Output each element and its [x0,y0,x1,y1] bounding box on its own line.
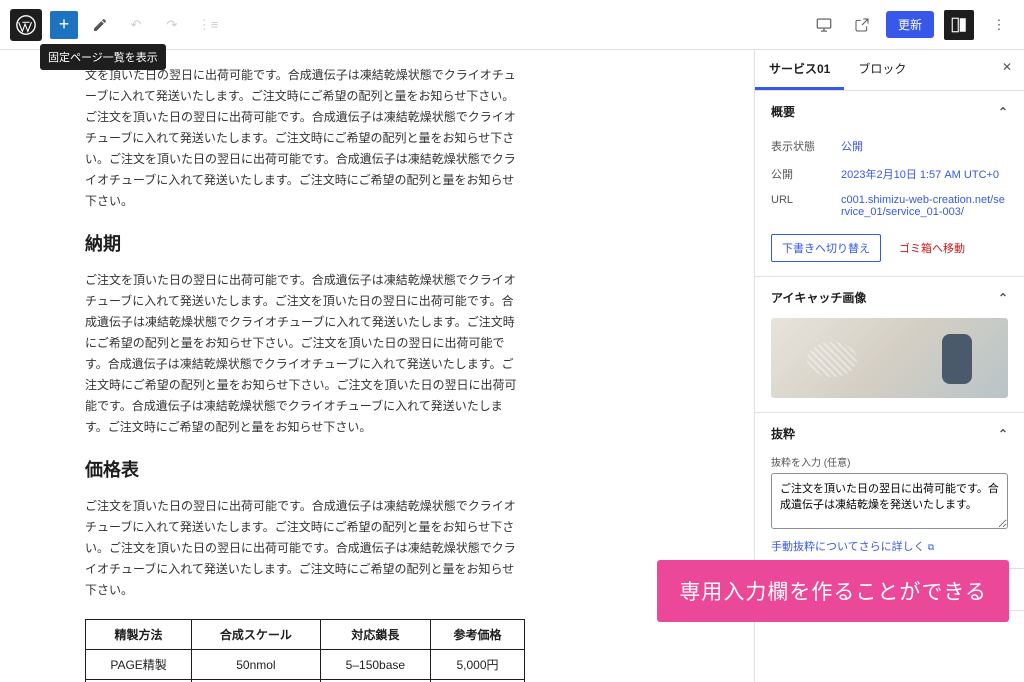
tab-document[interactable]: サービス01 [755,50,844,90]
sidebar-tabs: サービス01 ブロック ✕ [755,50,1024,91]
wp-logo[interactable] [10,9,42,41]
url-value[interactable]: c001.shimizu-web-creation.net/service_01… [841,194,1008,218]
tooltip: 固定ページ一覧を表示 [40,44,166,70]
heading-price[interactable]: 価格表 [85,456,525,482]
featured-image-thumbnail[interactable] [771,318,1008,398]
editor-canvas[interactable]: 文を頂いた日の翌日に出荷可能です。合成遺伝子は凍結乾燥状態でクライオチューブに入… [0,50,754,682]
th[interactable]: 対応鎖長 [320,620,430,650]
th[interactable]: 参考価格 [431,620,525,650]
desktop-preview-icon[interactable] [810,11,838,39]
settings-toggle-button[interactable] [944,10,974,40]
panel-summary-toggle[interactable]: 概要 ⌃ [755,91,1024,132]
preview-icon[interactable] [848,11,876,39]
body-paragraph[interactable]: ご注文を頂いた日の翌日に出荷可能です。合成遺伝子は凍結乾燥状態でクライオチューブ… [85,270,525,438]
th[interactable]: 合成スケール [192,620,321,650]
th[interactable]: 精製方法 [86,620,192,650]
publish-label: 公開 [771,166,841,182]
chevron-up-icon: ⌃ [998,291,1008,305]
excerpt-help-link[interactable]: 手動抜粋についてさらに詳しく ⧉ [771,538,1008,554]
switch-to-draft-button[interactable]: 下書きへ切り替え [771,234,881,262]
edit-mode-icon[interactable] [86,11,114,39]
status-value[interactable]: 公開 [841,138,1008,154]
price-table[interactable]: 精製方法 合成スケール 対応鎖長 参考価格 PAGE精製50nmol5–150b… [85,619,525,682]
table-row: PAGE精製50nmol5–150base5,000円 [86,650,525,680]
annotation-callout: 専用入力欄を作ることができる [657,560,1009,622]
redo-icon: ↷ [158,11,186,39]
editor-topbar: + ↶ ↷ ⋮≡ 固定ページ一覧を表示 更新 ⋮ [0,0,1024,50]
excerpt-textarea[interactable]: ご注文を頂いた日の翌日に出荷可能です。合成遺伝子は凍結乾燥を発送いたします。 [771,473,1008,529]
close-sidebar-icon[interactable]: ✕ [990,50,1024,90]
update-button[interactable]: 更新 [886,11,934,38]
excerpt-label: 抜粋を入力 (任意) [771,454,1008,469]
publish-value[interactable]: 2023年2月10日 1:57 AM UTC+0 [841,166,1008,182]
chevron-up-icon: ⌃ [998,427,1008,441]
undo-icon: ↶ [122,11,150,39]
external-link-icon: ⧉ [928,542,934,552]
panel-featured-image-toggle[interactable]: アイキャッチ画像 ⌃ [755,277,1024,318]
tab-block[interactable]: ブロック [844,50,920,90]
more-options-icon[interactable]: ⋮ [984,10,1014,40]
panel-excerpt-toggle[interactable]: 抜粋 ⌃ [755,413,1024,454]
body-paragraph[interactable]: 文を頂いた日の翌日に出荷可能です。合成遺伝子は凍結乾燥状態でクライオチューブに入… [85,65,525,212]
status-label: 表示状態 [771,138,841,154]
body-paragraph[interactable]: ご注文を頂いた日の翌日に出荷可能です。合成遺伝子は凍結乾燥状態でクライオチューブ… [85,496,525,601]
chevron-up-icon: ⌃ [998,105,1008,119]
add-block-button[interactable]: + [50,11,78,39]
url-label: URL [771,194,841,218]
details-icon: ⋮≡ [194,11,222,39]
heading-delivery[interactable]: 納期 [85,230,525,256]
move-to-trash-button[interactable]: ゴミ箱へ移動 [889,234,975,262]
